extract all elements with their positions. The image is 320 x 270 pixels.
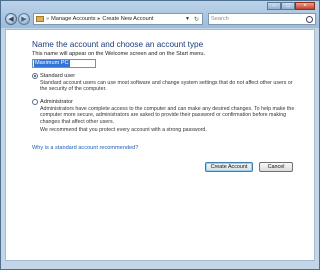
window-controls: – □ × [267, 2, 315, 10]
title-bar: – □ × ◀ ▶ » Manage Accounts ▸ Create New… [1, 1, 319, 28]
folder-icon [36, 16, 44, 22]
chevron-down-icon[interactable]: ▼ [185, 16, 190, 22]
standard-user-description: Standard account users can use most soft… [40, 79, 293, 93]
main-panel: Name the account and choose an account t… [5, 29, 315, 261]
minimize-button[interactable]: – [267, 2, 281, 10]
page-title: Name the account and choose an account t… [32, 40, 204, 49]
address-bar[interactable]: » Manage Accounts ▸ Create New Account ▼… [33, 13, 203, 25]
cancel-button[interactable]: Cancel [259, 162, 293, 172]
account-name-field[interactable]: Maximum PC [32, 59, 96, 68]
breadcrumb-separator: » [46, 16, 50, 22]
search-placeholder: Search [211, 16, 229, 22]
search-input[interactable]: Search [208, 13, 316, 25]
breadcrumb-manage-accounts[interactable]: Manage Accounts [51, 16, 95, 22]
back-arrow-icon[interactable]: ◀ [5, 13, 17, 25]
account-name-value: Maximum PC [34, 60, 70, 67]
standard-user-radio[interactable] [32, 73, 38, 79]
administrator-label[interactable]: Administrator [40, 99, 73, 105]
close-button[interactable]: × [295, 2, 315, 10]
maximize-button[interactable]: □ [281, 2, 295, 10]
administrator-radio[interactable] [32, 99, 38, 105]
explorer-window: – □ × ◀ ▶ » Manage Accounts ▸ Create New… [0, 0, 320, 270]
breadcrumb-create-new-account[interactable]: Create New Account [102, 16, 153, 22]
password-recommendation: We recommend that you protect every acco… [40, 127, 207, 133]
administrator-description: Administrators have complete access to t… [40, 105, 295, 125]
breadcrumb-separator: ▸ [97, 16, 101, 22]
refresh-icon[interactable]: ↻ [192, 15, 201, 23]
standard-user-label[interactable]: Standard user [40, 73, 75, 79]
create-account-button[interactable]: Create Account [205, 162, 253, 172]
standard-account-help-link[interactable]: Why is a standard account recommended? [32, 145, 138, 151]
forward-arrow-icon[interactable]: ▶ [18, 13, 30, 25]
name-instructions: This name will appear on the Welcome scr… [32, 51, 206, 57]
search-icon[interactable] [306, 16, 313, 23]
